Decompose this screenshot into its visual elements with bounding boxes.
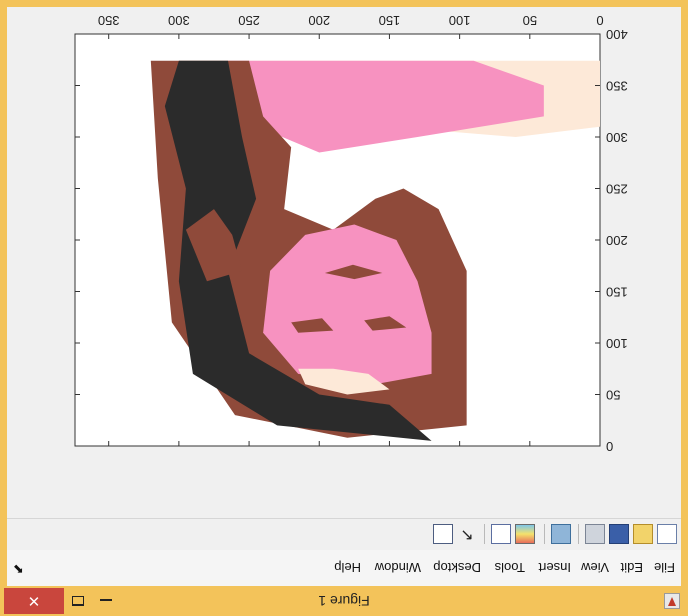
property-inspector-icon[interactable]	[433, 524, 453, 544]
x-tick-label: 350	[98, 13, 120, 28]
dock-arrow-icon[interactable]: ⬉	[13, 561, 24, 577]
x-tick-label: 200	[308, 13, 330, 28]
menu-edit[interactable]: Edit	[621, 560, 643, 575]
y-tick-label: 150	[606, 285, 628, 300]
y-tick-label: 100	[606, 336, 628, 351]
y-tick-label: 350	[606, 79, 628, 94]
menu-bar: File Edit View Insert Tools Desktop Wind…	[7, 550, 681, 586]
x-tick-label: 300	[168, 13, 190, 28]
minimize-button[interactable]	[92, 588, 120, 614]
menu-tools[interactable]: Tools	[495, 560, 525, 575]
link-plot-icon[interactable]	[551, 524, 571, 544]
menu-help[interactable]: Help	[334, 560, 361, 575]
menu-view[interactable]: View	[581, 560, 609, 575]
toolbar-separator	[544, 524, 545, 544]
y-tick-label: 0	[606, 439, 613, 454]
x-tick-label: 100	[449, 13, 471, 28]
maximize-button[interactable]	[64, 588, 92, 614]
x-tick-label: 50	[523, 13, 537, 28]
toolbar-separator	[578, 524, 579, 544]
y-tick-label: 300	[606, 130, 628, 145]
y-tick-label: 200	[606, 233, 628, 248]
menu-desktop[interactable]: Desktop	[433, 560, 481, 575]
y-tick-label: 400	[606, 27, 628, 42]
toolbar-separator	[484, 524, 485, 544]
x-tick-label: 0	[596, 13, 603, 28]
menu-file[interactable]: File	[654, 560, 675, 575]
x-tick-label: 250	[238, 13, 260, 28]
x-tick-label: 150	[379, 13, 401, 28]
insert-colorbar-icon[interactable]	[515, 524, 535, 544]
figure-window: Figure 1 File Edit View Insert Tools Des…	[0, 0, 688, 616]
y-tick-label: 250	[606, 182, 628, 197]
new-figure-icon[interactable]	[657, 524, 677, 544]
insert-legend-icon[interactable]	[491, 524, 511, 544]
print-icon[interactable]	[585, 524, 605, 544]
title-bar[interactable]: Figure 1	[0, 586, 688, 616]
figure-canvas: 0 50 100 150 200 250 300 350 0 50 100 150 200 250 300 3…	[7, 7, 681, 518]
menu-insert[interactable]: Insert	[538, 560, 571, 575]
open-file-icon[interactable]	[633, 524, 653, 544]
figure-toolbar: ↖	[7, 518, 681, 550]
menu-window[interactable]: Window	[375, 560, 421, 575]
edit-plot-icon[interactable]: ↖	[457, 524, 477, 544]
save-icon[interactable]	[609, 524, 629, 544]
close-button[interactable]	[4, 588, 64, 614]
figure-client-area: File Edit View Insert Tools Desktop Wind…	[7, 7, 681, 586]
y-tick-label: 50	[606, 388, 620, 403]
image-axes[interactable]: 0 50 100 150 200 250 300 350 0 50 100 150 200 250 300 3…	[7, 7, 681, 518]
